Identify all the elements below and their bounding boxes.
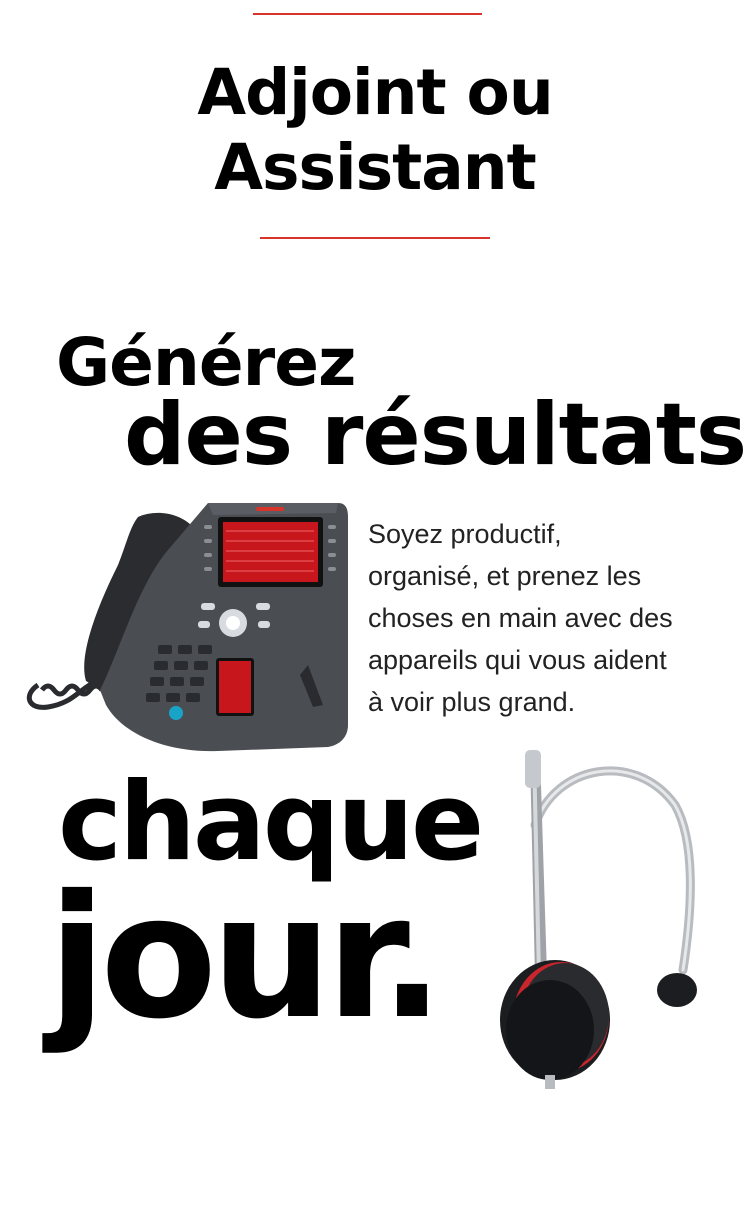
description-line: organisé, et prenez les <box>368 561 642 591</box>
hero-word-jour: jour. <box>48 859 444 1057</box>
description-line: Soyez productif, <box>368 519 562 549</box>
description-line: appareils qui vous aident <box>368 645 667 675</box>
top-divider <box>253 13 482 15</box>
hero-word-resultats: des résultats <box>124 385 747 485</box>
headset-end-pad <box>657 973 697 1007</box>
phone-cord <box>26 677 104 710</box>
desk-phone-image <box>26 503 348 752</box>
description-line: à voir plus grand. <box>368 687 576 717</box>
page-title: Adjoint ou Assistant <box>0 55 750 205</box>
headset-band <box>530 766 695 975</box>
phone-teal-button <box>169 706 183 720</box>
headset-image <box>500 750 697 1089</box>
title-line-2: Assistant <box>214 131 536 204</box>
bottom-divider <box>260 237 490 239</box>
description-text: Soyez productif, organisé, et prenez les… <box>368 513 728 723</box>
brand-logo <box>256 507 284 511</box>
title-line-1: Adjoint ou <box>197 56 553 129</box>
description-line: choses en main avec des <box>368 603 673 633</box>
